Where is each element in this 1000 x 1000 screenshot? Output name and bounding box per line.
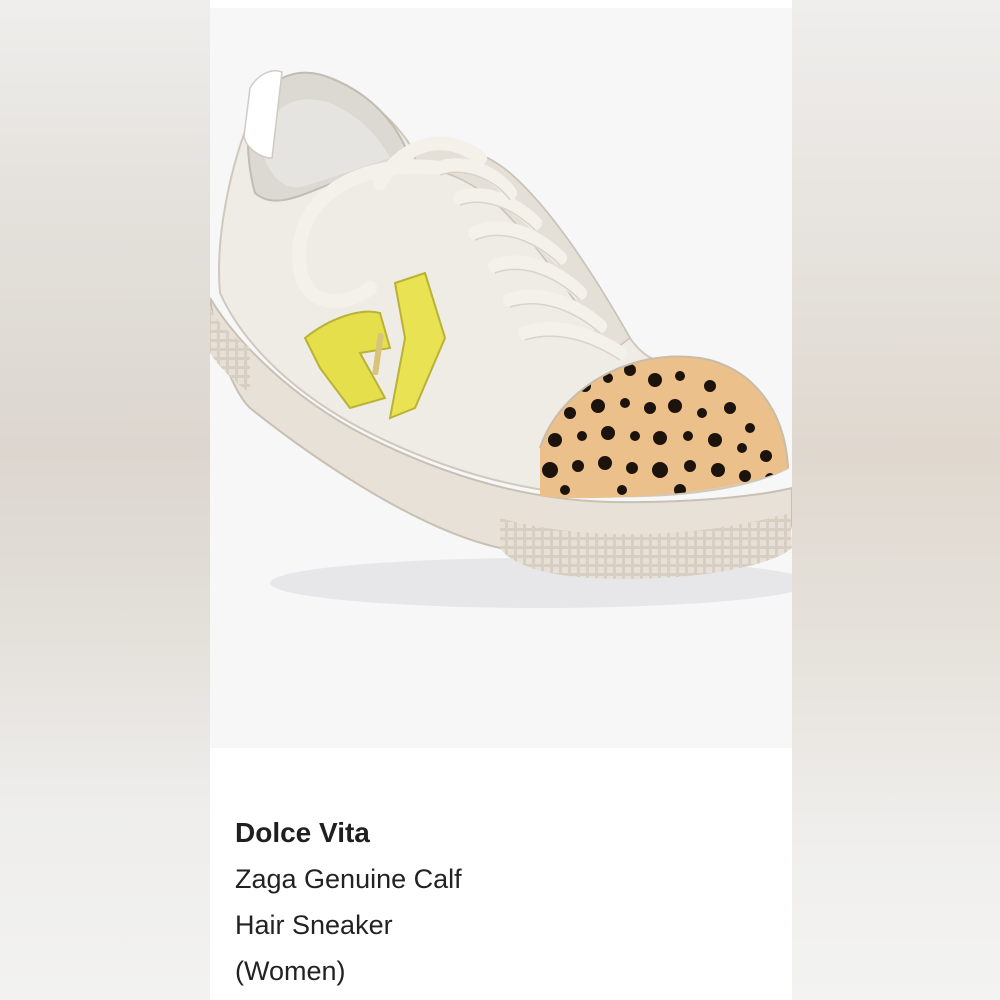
product-image[interactable] [210,8,792,748]
screenshot-root: Dolce Vita Zaga Genuine Calf Hair Sneake… [0,0,1000,1000]
product-audience: (Women) [235,956,346,986]
blurred-background-right [792,0,1000,1000]
product-card[interactable]: Dolce Vita Zaga Genuine Calf Hair Sneake… [210,0,792,1000]
blurred-background-left [0,0,210,1000]
sneaker-illustration [210,70,792,608]
product-name-line-1: Zaga Genuine Calf [235,864,462,894]
product-brand: Dolce Vita [235,817,370,848]
product-info[interactable]: Dolce Vita Zaga Genuine Calf Hair Sneake… [235,810,775,994]
product-name-line-2: Hair Sneaker [235,910,393,940]
